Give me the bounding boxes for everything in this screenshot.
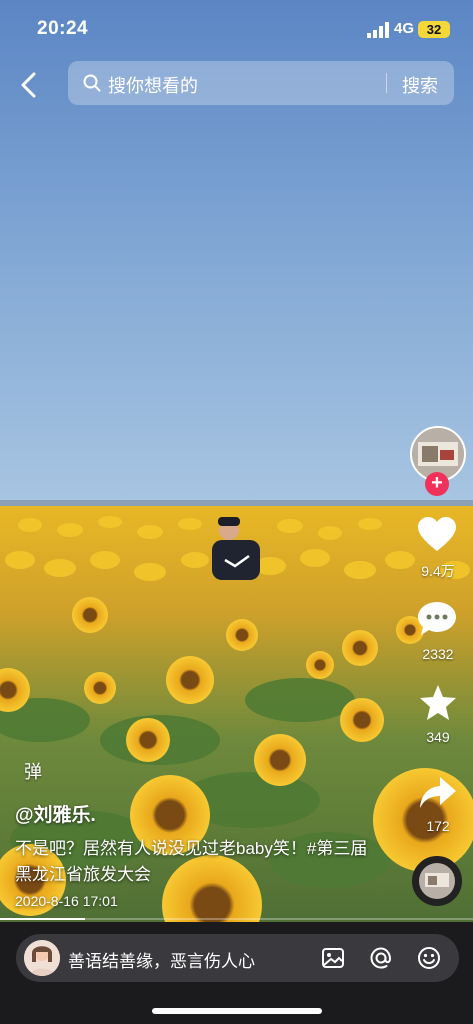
- search-bar[interactable]: 搜你想看的 搜索: [68, 61, 454, 105]
- user-avatar-image: [24, 940, 60, 976]
- share-icon[interactable]: [418, 774, 458, 812]
- comment-count: 2332: [422, 646, 454, 662]
- danmu-toggle[interactable]: 弹: [24, 758, 42, 784]
- home-indicator: [152, 1008, 322, 1014]
- image-icon[interactable]: [319, 944, 347, 972]
- search-input[interactable]: 搜你想看的: [108, 72, 198, 98]
- follow-button[interactable]: +: [425, 472, 449, 496]
- favorite-count: 349: [426, 729, 450, 745]
- battery-indicator: 32: [418, 21, 450, 38]
- back-icon[interactable]: [16, 70, 42, 100]
- emoji-icon[interactable]: [415, 944, 443, 972]
- search-icon: [83, 74, 101, 92]
- playback-progress-fill: [0, 918, 86, 920]
- comment-icon[interactable]: [417, 600, 457, 638]
- author-name[interactable]: @刘雅乐.: [15, 800, 96, 827]
- like-count: 9.4万: [421, 563, 455, 579]
- heart-icon[interactable]: [417, 516, 457, 554]
- status-bar: 20:24 4G 32: [0, 0, 473, 56]
- status-time: 20:24: [37, 18, 89, 39]
- star-icon[interactable]: [418, 684, 458, 722]
- comment-input-bar[interactable]: 善语结善缘，恶言伤人心: [16, 934, 459, 982]
- music-disc[interactable]: [412, 856, 462, 906]
- music-cover-image: [419, 863, 455, 899]
- share-count: 172: [426, 818, 450, 834]
- search-divider: [386, 73, 387, 93]
- video-caption[interactable]: 不是吧？居然有人说没见过老baby笑！#第三届黑龙江省旅发大会: [15, 836, 370, 888]
- user-avatar: [24, 940, 60, 976]
- comment-input[interactable]: 善语结善缘，恶言伤人心: [68, 947, 255, 972]
- video-screen[interactable]: 20:24 4G 32 搜你想看的 搜索 + 9.4万 2332 349 172…: [0, 0, 473, 1024]
- network-type: 4G: [394, 20, 415, 37]
- at-icon[interactable]: [367, 944, 395, 972]
- search-button[interactable]: 搜索: [402, 72, 438, 98]
- cellular-signal-icon: [367, 22, 389, 38]
- playback-progress-bar[interactable]: [0, 918, 473, 920]
- publish-date: 2020-8-16 17:01: [15, 893, 118, 909]
